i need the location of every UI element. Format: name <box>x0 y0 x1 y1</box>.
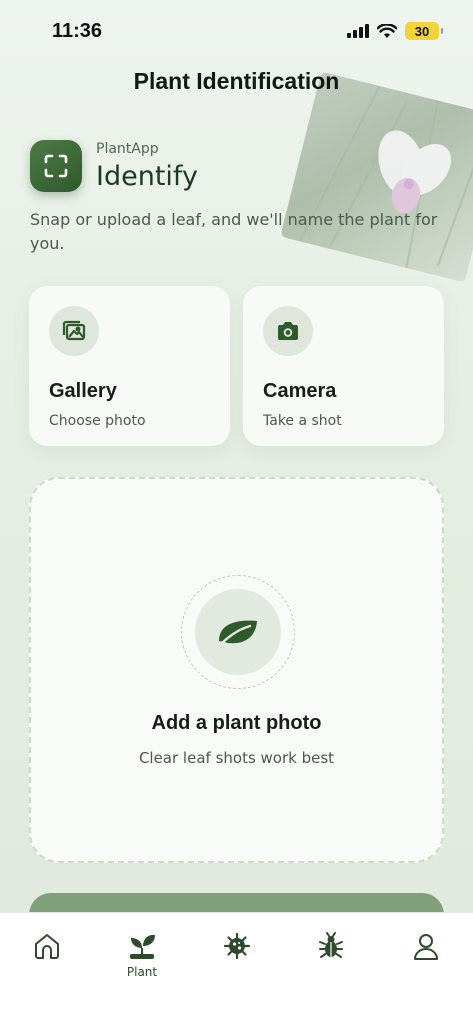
status-bar: 11:36 30 <box>0 0 473 62</box>
profile-icon <box>414 934 438 960</box>
upload-hint: Clear leaf shots work best <box>138 749 335 767</box>
scan-icon <box>30 140 82 192</box>
tab-plant[interactable]: Plant <box>112 931 172 979</box>
wifi-icon <box>377 23 397 38</box>
upload-title: Add a plant photo <box>151 712 322 734</box>
page-title: Plant Identification <box>133 68 340 94</box>
tab-bar: Plant <box>0 912 473 1024</box>
upload-ring <box>181 575 295 689</box>
battery-indicator: 30 <box>405 22 443 40</box>
tab-home[interactable] <box>17 931 77 961</box>
camera-option-card[interactable]: Camera Take a shot <box>243 286 444 446</box>
brand-heading: Identify <box>96 160 198 192</box>
brand-block: PlantApp Identify <box>30 140 198 192</box>
tab-pests[interactable] <box>301 931 361 961</box>
plant-icon <box>130 934 155 959</box>
tab-plant-label: Plant <box>126 965 158 979</box>
cellular-signal-icon <box>347 24 369 38</box>
tab-profile[interactable] <box>396 931 456 961</box>
gallery-subtitle: Choose photo <box>49 413 146 429</box>
bug-icon <box>319 932 343 958</box>
gallery-option-card[interactable]: Gallery Choose photo <box>29 286 230 446</box>
gallery-icon <box>49 306 99 356</box>
photo-upload-area[interactable]: Add a plant photo Clear leaf shots work … <box>29 477 444 863</box>
status-time: 11:36 <box>52 20 103 42</box>
camera-title: Camera <box>263 380 337 402</box>
page-subtitle: Snap or upload a leaf, and we'll name th… <box>30 210 438 253</box>
status-icons: 30 <box>347 22 443 40</box>
brand-name: PlantApp <box>96 140 159 157</box>
home-icon <box>35 934 59 959</box>
virus-icon <box>223 932 251 960</box>
leaf-icon <box>195 589 281 675</box>
camera-subtitle: Take a shot <box>263 413 342 429</box>
gallery-title: Gallery <box>49 380 117 402</box>
tab-disease[interactable] <box>207 931 267 961</box>
camera-icon <box>263 306 313 356</box>
